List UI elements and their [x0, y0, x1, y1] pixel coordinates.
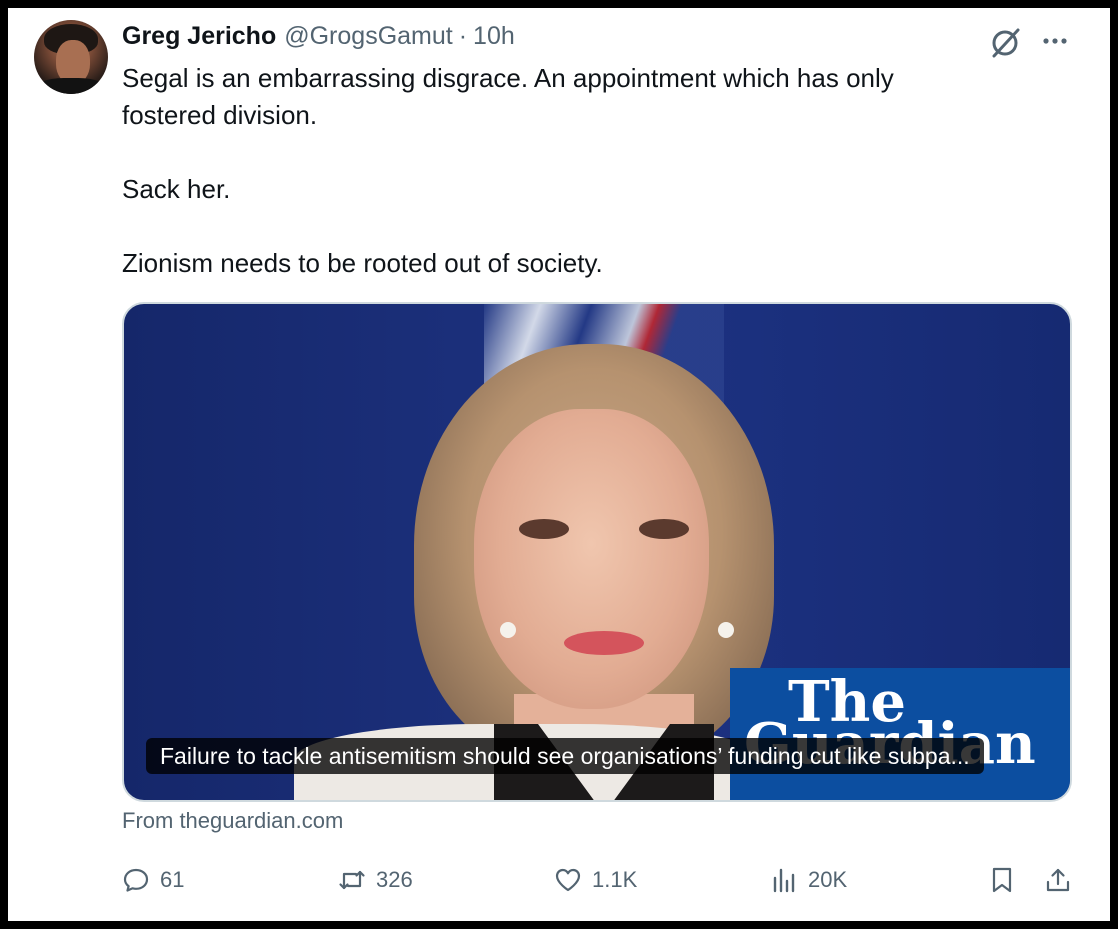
tweet-header: Greg Jericho @GrogsGamut · 10h [122, 22, 515, 52]
author-handle[interactable]: @GrogsGamut [284, 22, 452, 51]
photo-lips [564, 631, 644, 655]
photo-earring-left [500, 622, 516, 638]
view-count: 20K [808, 867, 848, 892]
reply-count: 61 [160, 867, 185, 892]
repost-button[interactable]: 326 [338, 860, 413, 900]
repost-count: 326 [376, 867, 413, 892]
link-source[interactable]: From theguardian.com [122, 808, 343, 834]
photo-face [474, 409, 709, 709]
link-card-image[interactable]: The Guardian Failure to tackle antisemit… [122, 302, 1072, 802]
action-bar: 61 326 1.1K 20K [122, 860, 1072, 900]
photo-eye-right [639, 519, 689, 539]
bookmark-icon [992, 867, 1012, 893]
photo-earring-right [718, 622, 734, 638]
reply-icon [123, 868, 149, 892]
timestamp[interactable]: 10h [473, 22, 515, 51]
views-icon [773, 868, 795, 893]
views-button[interactable]: 20K [770, 860, 847, 900]
avatar[interactable] [34, 20, 108, 94]
share-icon [1046, 868, 1070, 892]
like-icon [555, 868, 581, 892]
grok-icon[interactable] [988, 26, 1022, 60]
more-icon[interactable] [1040, 26, 1070, 56]
bookmark-button[interactable] [988, 860, 1016, 900]
avatar-shoulder [34, 78, 108, 94]
tweet-card: Greg Jericho @GrogsGamut · 10h Segal is … [8, 8, 1110, 921]
repost-icon [339, 870, 365, 890]
like-count: 1.1K [592, 867, 638, 892]
like-button[interactable]: 1.1K [554, 860, 637, 900]
share-button[interactable] [1044, 860, 1072, 900]
link-card-caption[interactable]: Failure to tackle antisemitism should se… [146, 738, 984, 774]
tweet-text: Segal is an embarrassing disgrace. An ap… [122, 63, 894, 278]
author-name[interactable]: Greg Jericho [122, 22, 276, 51]
separator-dot: · [458, 22, 468, 50]
photo-eye-left [519, 519, 569, 539]
reply-button[interactable]: 61 [122, 860, 184, 900]
